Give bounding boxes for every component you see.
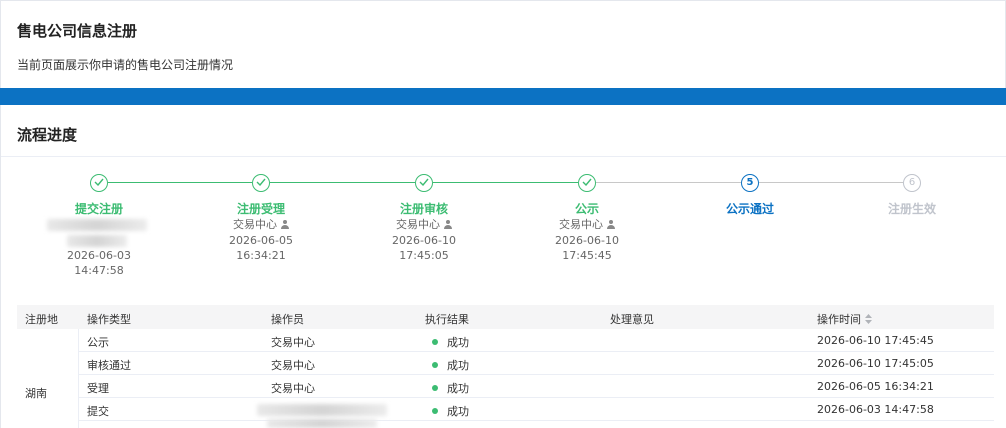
step-4-operator-name: 交易中心: [559, 218, 603, 231]
user-icon: [281, 220, 289, 229]
step-2-operator-name: 交易中心: [233, 218, 277, 231]
table-row: 受理 交易中心 成功 2026-06-05 16:34:21: [79, 375, 994, 398]
step-connector: [596, 182, 741, 183]
redacted-operator: [67, 235, 127, 247]
row-operator: 交易中心: [271, 382, 315, 395]
col-operator: 操作员: [271, 313, 304, 326]
step-4-operator: 交易中心: [527, 217, 647, 232]
table-row: 提交 成功 2026-06-03 14:47:58: [79, 398, 994, 421]
step-6-label: 注册生效: [887, 202, 936, 216]
col-region: 注册地: [25, 313, 58, 326]
row-op-type: 审核通过: [87, 359, 131, 372]
row-result: 成功: [432, 403, 469, 419]
divider-bar: [0, 88, 1006, 105]
success-dot-icon: [432, 408, 438, 414]
col-opinion: 处理意见: [610, 313, 654, 326]
step-3-time: 17:45:05: [399, 249, 449, 262]
step-connector: [759, 182, 903, 183]
redacted-operator: [257, 404, 387, 416]
table-row: 公示 交易中心 成功 2026-06-10 17:45:45: [79, 329, 994, 352]
row-operator: 交易中心: [271, 336, 315, 349]
success-dot-icon: [432, 362, 438, 368]
step-6-number: 6: [903, 174, 921, 192]
steps: 提交注册 2026-06-03 14:47:58 注册受理 交易中心 2026-…: [1, 105, 1006, 305]
progress-card: 流程进度 提交注册 2026-06-03 14:47:58 注册受理 交易中心 …: [0, 105, 1006, 428]
row-result: 成功: [432, 357, 469, 373]
step-1-check-icon: [90, 174, 108, 192]
step-4-time: 17:45:45: [562, 249, 612, 262]
step-3-label: 注册审核: [399, 202, 448, 216]
region-value: 湖南: [25, 387, 47, 400]
row-time: 2026-06-03 14:47:58: [817, 403, 934, 416]
row-result: 成功: [432, 334, 469, 350]
success-dot-icon: [432, 339, 438, 345]
step-connector: [270, 182, 415, 183]
row-time: 2026-06-10 17:45:05: [817, 357, 934, 370]
col-result: 执行结果: [425, 313, 469, 326]
step-5-label: 公示通过: [725, 202, 774, 216]
row-result-text: 成功: [447, 405, 469, 418]
row-result-text: 成功: [447, 359, 469, 372]
col-time[interactable]: 操作时间: [817, 311, 872, 327]
step-4-date: 2026-06-10: [555, 234, 619, 247]
redacted-operator: [47, 219, 147, 231]
row-time: 2026-06-10 17:45:45: [817, 334, 934, 347]
step-3-operator-name: 交易中心: [396, 218, 440, 231]
row-op-type: 公示: [87, 336, 109, 349]
step-2-date: 2026-06-05: [229, 234, 293, 247]
row-op-type: 提交: [87, 405, 109, 418]
page-title: 售电公司信息注册: [17, 22, 138, 40]
row-op-type: 受理: [87, 382, 109, 395]
sort-icon[interactable]: [865, 314, 872, 324]
step-2-label: 注册受理: [236, 202, 285, 216]
table-header: 注册地 操作类型 操作员 执行结果 处理意见 操作时间: [17, 305, 994, 329]
table-row: 审核通过 交易中心 成功 2026-06-10 17:45:05: [79, 352, 994, 375]
col-op-type: 操作类型: [87, 313, 131, 326]
row-result: 成功: [432, 380, 469, 396]
row-time: 2026-06-05 16:34:21: [817, 380, 934, 393]
step-2-operator: 交易中心: [201, 217, 321, 232]
user-icon: [607, 220, 615, 229]
info-card: 售电公司信息注册 当前页面展示你申请的售电公司注册情况: [0, 0, 1006, 88]
step-3-check-icon: [415, 174, 433, 192]
user-icon: [444, 220, 452, 229]
row-result-text: 成功: [447, 336, 469, 349]
success-dot-icon: [432, 385, 438, 391]
col-time-label: 操作时间: [817, 313, 861, 326]
step-3-operator: 交易中心: [364, 217, 484, 232]
step-2-check-icon: [252, 174, 270, 192]
step-connector: [108, 182, 252, 183]
page-description: 当前页面展示你申请的售电公司注册情况: [17, 58, 234, 72]
row-operator: 交易中心: [271, 359, 315, 372]
region-cell: [17, 329, 79, 428]
step-1-label: 提交注册: [74, 202, 123, 216]
step-1-time: 14:47:58: [74, 264, 124, 277]
step-4-check-icon: [578, 174, 596, 192]
row-result-text: 成功: [447, 382, 469, 395]
step-2-time: 16:34:21: [236, 249, 286, 262]
step-1-date: 2026-06-03: [67, 249, 131, 262]
step-5-number: 5: [741, 174, 759, 192]
step-3-date: 2026-06-10: [392, 234, 456, 247]
step-4-label: 公示: [574, 202, 599, 216]
redacted-operator: [267, 419, 377, 428]
step-connector: [433, 182, 578, 183]
